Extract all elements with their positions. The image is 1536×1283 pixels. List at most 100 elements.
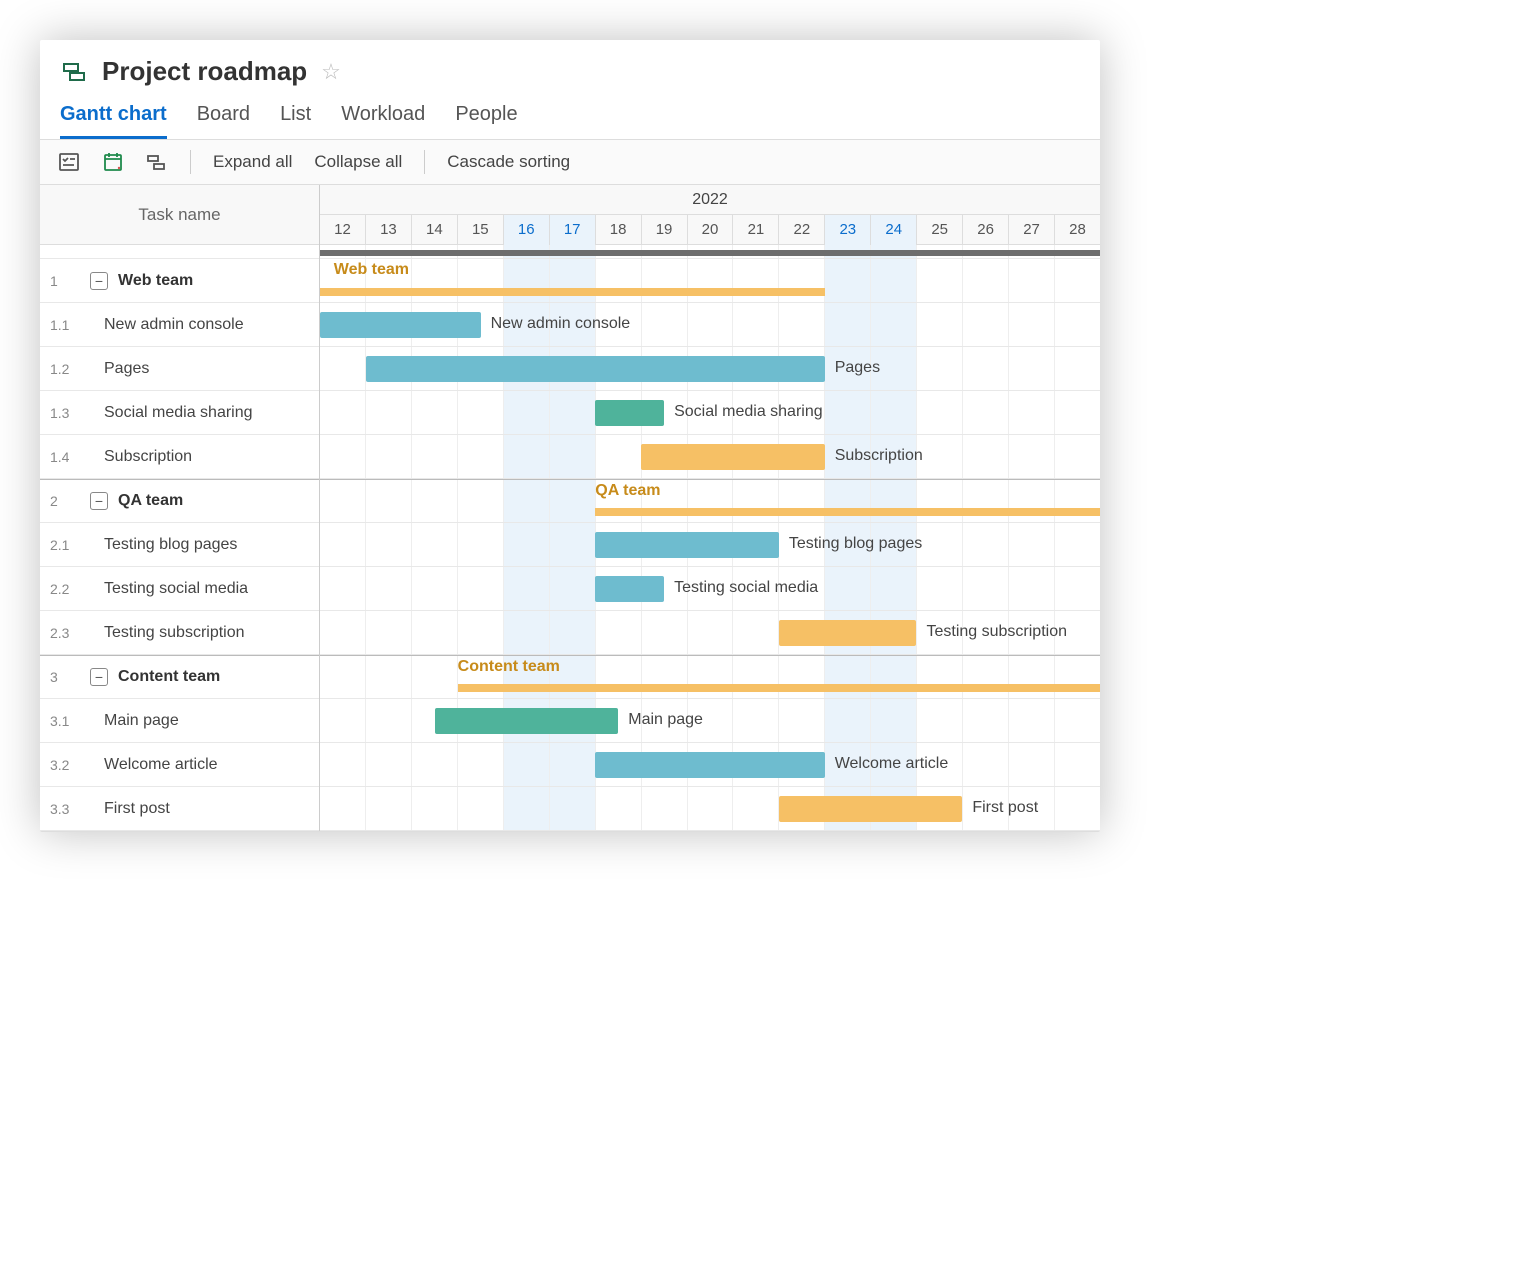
- task-label: Web team: [118, 272, 193, 290]
- task-row[interactable]: 2.3 Testing subscription: [40, 611, 319, 655]
- group-bar-row: Web team: [320, 259, 1100, 303]
- task-bar[interactable]: [779, 620, 917, 646]
- row-index: 1: [50, 273, 80, 289]
- row-index: 1.2: [50, 361, 84, 377]
- project-icon: [60, 58, 88, 86]
- task-label: Social media sharing: [104, 404, 253, 422]
- day-header: 18: [595, 215, 641, 245]
- tab-list[interactable]: List: [280, 103, 311, 139]
- task-label: Pages: [104, 360, 149, 378]
- task-bar-row: First post: [320, 787, 1100, 831]
- group-bar-label: Web team: [334, 261, 409, 279]
- task-label: New admin console: [104, 316, 244, 334]
- separator: [424, 150, 425, 174]
- task-row[interactable]: 1.1 New admin console: [40, 303, 319, 347]
- task-bar-label: New admin console: [491, 315, 631, 333]
- task-bar[interactable]: [595, 532, 779, 558]
- row-index: 2.3: [50, 625, 84, 641]
- task-bar-row: Welcome article: [320, 743, 1100, 787]
- group-bar[interactable]: [595, 508, 1100, 516]
- toolbar: Expand all Collapse all Cascade sorting: [40, 140, 1100, 185]
- group-bar-label: Content team: [458, 658, 560, 676]
- task-row[interactable]: 1.4Subscription: [40, 435, 319, 479]
- app-window: Project roadmap ☆ Gantt chart Board List Wo…: [40, 40, 1100, 832]
- task-bar[interactable]: [779, 796, 963, 822]
- task-bar-label: Testing subscription: [926, 623, 1067, 641]
- task-label: Testing social media: [104, 580, 248, 598]
- task-bar-row: Pages: [320, 347, 1100, 391]
- cascade-sorting-button[interactable]: Cascade sorting: [447, 152, 570, 172]
- task-bar-row: Testing blog pages: [320, 523, 1100, 567]
- task-row[interactable]: 3.1Main page: [40, 699, 319, 743]
- task-row[interactable]: 1.3Social media sharing: [40, 391, 319, 435]
- row-index: 3.3: [50, 801, 84, 817]
- header: Project roadmap ☆: [40, 40, 1100, 91]
- day-header: 21: [732, 215, 778, 245]
- task-bar[interactable]: [595, 576, 664, 602]
- day-header: 17: [549, 215, 595, 245]
- task-row[interactable]: 2.2Testing social media: [40, 567, 319, 611]
- task-row[interactable]: 3.2 Welcome article: [40, 743, 319, 787]
- task-bar-label: Testing blog pages: [789, 535, 922, 553]
- task-group-row[interactable]: 3−Content team: [40, 655, 319, 699]
- day-header: 24: [870, 215, 916, 245]
- day-header: 16: [503, 215, 549, 245]
- task-group-row[interactable]: 1−Web team: [40, 259, 319, 303]
- row-index: 1.1: [50, 317, 84, 333]
- task-bar-label: Welcome article: [835, 755, 949, 773]
- day-header: 14: [411, 215, 457, 245]
- task-row[interactable]: 2.1 Testing blog pages: [40, 523, 319, 567]
- gantt-icon[interactable]: [146, 151, 168, 173]
- task-label: QA team: [118, 492, 183, 510]
- tab-board[interactable]: Board: [197, 103, 250, 139]
- task-bar[interactable]: [595, 400, 664, 426]
- task-bar-row: Subscription: [320, 435, 1100, 479]
- separator: [190, 150, 191, 174]
- day-header: 27: [1008, 215, 1054, 245]
- day-header: 22: [778, 215, 824, 245]
- task-bar[interactable]: [435, 708, 619, 734]
- calendar-icon[interactable]: [102, 151, 124, 173]
- day-header: 13: [365, 215, 411, 245]
- group-bar[interactable]: [458, 684, 1100, 692]
- task-bar-label: Subscription: [835, 447, 923, 465]
- day-header: 12: [320, 215, 365, 245]
- timeline-body: Web team New admin console Pages Social med…: [320, 245, 1100, 831]
- day-header: 19: [641, 215, 687, 245]
- task-bar-row: Main page: [320, 699, 1100, 743]
- tab-workload[interactable]: Workload: [341, 103, 425, 139]
- collapse-all-button[interactable]: Collapse all: [314, 152, 402, 172]
- timeline-spacer: [320, 245, 1100, 259]
- checklist-icon[interactable]: [58, 151, 80, 173]
- task-bar[interactable]: [320, 312, 481, 338]
- collapse-toggle[interactable]: −: [90, 272, 108, 290]
- row-index: 3.2: [50, 757, 84, 773]
- task-bar-row: Social media sharing: [320, 391, 1100, 435]
- task-name-header: Task name: [40, 185, 319, 245]
- task-label: Content team: [118, 668, 220, 686]
- group-bar-row: Content team: [320, 655, 1100, 699]
- row-index: 2.1: [50, 537, 84, 553]
- group-bar[interactable]: [320, 288, 825, 296]
- collapse-toggle[interactable]: −: [90, 668, 108, 686]
- task-bar-label: First post: [972, 799, 1038, 817]
- task-label: Welcome article: [104, 756, 218, 774]
- favorite-star-icon[interactable]: ☆: [321, 59, 341, 85]
- task-label: Testing subscription: [104, 624, 245, 642]
- task-bar[interactable]: [366, 356, 825, 382]
- task-row[interactable]: 3.3First post: [40, 787, 319, 831]
- task-row[interactable]: 1.2 Pages: [40, 347, 319, 391]
- task-group-row[interactable]: 2−QA team: [40, 479, 319, 523]
- timeline-header: 2022 1213141516171819202122232425262728: [320, 185, 1100, 245]
- task-bar-label: Social media sharing: [674, 403, 823, 421]
- task-bar[interactable]: [641, 444, 825, 470]
- group-bar-label: QA team: [595, 482, 660, 500]
- task-bar[interactable]: [595, 752, 824, 778]
- row-index: 2: [50, 493, 80, 509]
- task-label: Testing blog pages: [104, 536, 237, 554]
- expand-all-button[interactable]: Expand all: [213, 152, 292, 172]
- tab-gantt-chart[interactable]: Gantt chart: [60, 103, 167, 139]
- task-bar-row: New admin console: [320, 303, 1100, 347]
- tab-people[interactable]: People: [455, 103, 517, 139]
- collapse-toggle[interactable]: −: [90, 492, 108, 510]
